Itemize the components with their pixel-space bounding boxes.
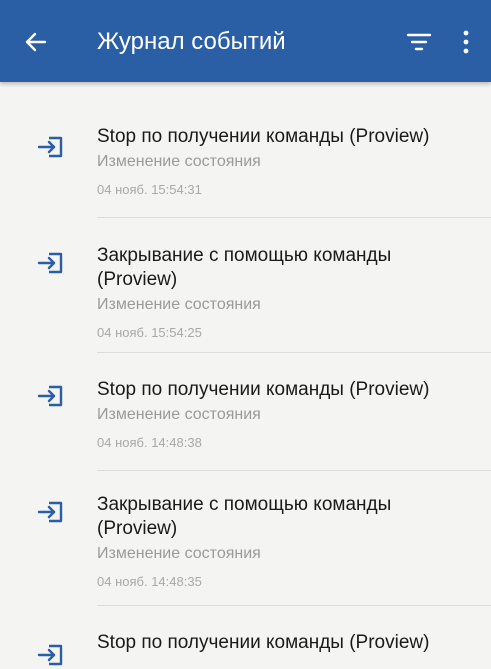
more-vert-icon — [463, 30, 469, 54]
event-title: Закрывание с помощью команды (Proview) — [97, 494, 392, 539]
event-time: 04 нояб. 15:54:31 — [97, 182, 202, 197]
event-title: Stop по получении команды (Proview) — [97, 379, 430, 400]
login-icon — [36, 383, 66, 409]
event-list: Stop по получении команды (Proview) Изме… — [0, 110, 491, 666]
filter-icon — [406, 33, 432, 51]
event-time: 04 нояб. 15:54:25 — [97, 325, 202, 340]
event-log-screen: Журнал событий Stop по получении команды… — [0, 0, 491, 669]
event-item[interactable]: Stop по получении команды (Proview) Изме… — [0, 353, 491, 471]
login-icon — [36, 250, 66, 276]
event-text: Stop по получении команды (Proview) Изме… — [97, 125, 473, 199]
event-time: 04 нояб. 14:48:35 — [97, 574, 202, 589]
event-text: Stop по получении команды (Proview) Изме… — [97, 378, 473, 452]
filter-button[interactable] — [405, 30, 433, 54]
arrow-left-icon — [25, 32, 47, 52]
event-type: Изменение состояния — [97, 545, 261, 562]
app-bar: Журнал событий — [0, 0, 491, 82]
event-type: Изменение состояния — [97, 153, 261, 170]
event-text: Stop по получении команды (Proview) — [97, 631, 473, 655]
event-item[interactable]: Stop по получении команды (Proview) — [0, 606, 491, 666]
event-title: Stop по получении команды (Proview) — [97, 632, 430, 653]
event-type: Изменение состояния — [97, 406, 261, 423]
event-text: Закрывание с помощью команды (Proview) И… — [97, 244, 473, 342]
event-item[interactable]: Закрывание с помощью команды (Proview) И… — [0, 218, 491, 353]
login-icon — [36, 642, 66, 668]
login-icon — [36, 499, 66, 525]
more-options-button[interactable] — [459, 26, 473, 58]
event-title: Stop по получении команды (Proview) — [97, 126, 430, 147]
event-item[interactable]: Stop по получении команды (Proview) Изме… — [0, 110, 491, 218]
login-icon — [36, 134, 66, 160]
event-type: Изменение состояния — [97, 296, 261, 313]
event-text: Закрывание с помощью команды (Proview) И… — [97, 493, 473, 591]
event-item[interactable]: Закрывание с помощью команды (Proview) И… — [0, 471, 491, 606]
event-title: Закрывание с помощью команды (Proview) — [97, 245, 392, 290]
back-button[interactable] — [22, 28, 50, 56]
page-title: Журнал событий — [97, 28, 286, 55]
event-time: 04 нояб. 14:48:38 — [97, 435, 202, 450]
